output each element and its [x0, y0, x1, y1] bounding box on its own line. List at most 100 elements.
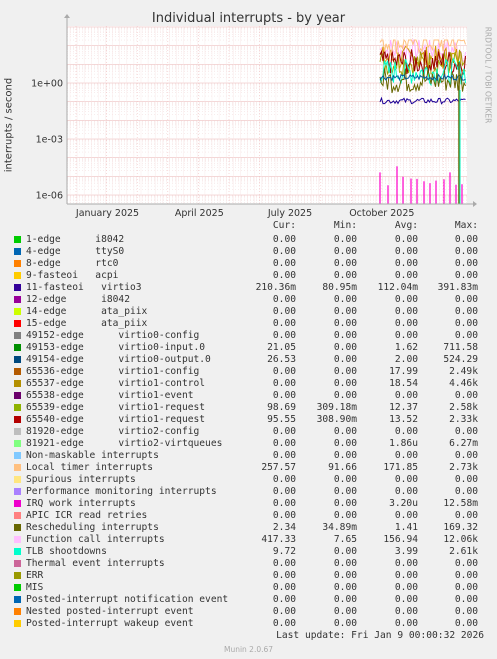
legend-value-avg: 0.00 — [394, 450, 418, 461]
legend-value-cur: 0.00 — [272, 558, 296, 569]
legend-label: ERR — [26, 570, 44, 581]
legend-row: Thermal event interrupts 0.00 0.00 0.00 0.00 — [0, 558, 497, 570]
legend-value-min: 309.18m — [316, 402, 357, 413]
legend-swatch — [14, 392, 21, 399]
legend-label: MIS — [26, 582, 44, 593]
legend-row: 49154-edge virtio0-output.0 26.53 0.00 2.00… — [0, 354, 497, 366]
legend-value-min: 91.66 — [328, 462, 357, 473]
legend-value-min: 0.00 — [333, 270, 357, 281]
legend-value-avg: 0.00 — [394, 570, 418, 581]
legend-value-cur: 0.00 — [272, 330, 296, 341]
legend-value-cur: 257.57 — [261, 462, 296, 473]
legend-value-min: 0.00 — [333, 498, 357, 509]
legend-header: Max: — [454, 220, 478, 231]
legend-swatch — [14, 560, 21, 567]
legend-value-avg: 0.00 — [394, 294, 418, 305]
legend-swatch — [14, 620, 21, 627]
legend-value-min: 0.00 — [333, 618, 357, 629]
legend-value-min: 308.90m — [316, 414, 357, 425]
legend-header: Min: — [333, 220, 357, 231]
legend-value-avg: 0.00 — [394, 582, 418, 593]
legend-value-max: 2.73k — [449, 462, 478, 473]
legend-value-min: 0.00 — [333, 246, 357, 257]
legend-label: 1-edge i8042 — [26, 234, 125, 245]
legend-value-cur: 0.00 — [272, 390, 296, 401]
legend-row: 14-edge ata_piix 0.00 0.00 0.00 0.00 — [0, 306, 497, 318]
legend-value-avg: 0.00 — [394, 390, 418, 401]
legend-swatch — [14, 284, 21, 291]
legend-swatch — [14, 428, 21, 435]
legend-value-cur: 417.33 — [261, 534, 296, 545]
legend-row: Non-maskable interrupts 0.00 0.00 0.00 0.00 — [0, 450, 497, 462]
legend-value-max: 0.00 — [454, 510, 478, 521]
legend-label: 8-edge rtc0 — [26, 258, 119, 269]
legend-value-cur: 0.00 — [272, 426, 296, 437]
legend-swatch — [14, 572, 21, 579]
legend-value-max: 0.00 — [454, 570, 478, 581]
legend-row: TLB shootdowns 9.72 0.00 3.99 2.61k — [0, 546, 497, 558]
legend-row: 1-edge i8042 0.00 0.00 0.00 0.00 — [0, 234, 497, 246]
legend-swatch — [14, 464, 21, 471]
legend-value-avg: 2.00 — [394, 354, 418, 365]
legend-value-cur: 0.00 — [272, 318, 296, 329]
legend-label: 9-fasteoi acpi — [26, 270, 119, 281]
legend-label: 49153-edge virtio0-input.0 — [26, 342, 206, 353]
legend-row: MIS 0.00 0.00 0.00 0.00 — [0, 582, 497, 594]
legend-value-max: 0.00 — [454, 246, 478, 257]
x-tick-label: July 2025 — [267, 208, 312, 219]
legend-row: ERR 0.00 0.00 0.00 0.00 — [0, 570, 497, 582]
legend-swatch — [14, 380, 21, 387]
legend-value-min: 0.00 — [333, 378, 357, 389]
legend-value-avg: 0.00 — [394, 306, 418, 317]
y-tick-label: 1e+00 — [31, 79, 63, 90]
legend-value-max: 0.00 — [454, 582, 478, 593]
legend-swatch — [14, 368, 21, 375]
legend-row: Nested posted-interrupt event 0.00 0.00 0.0… — [0, 606, 497, 618]
legend-swatch — [14, 524, 21, 531]
legend-value-min: 0.00 — [333, 438, 357, 449]
legend-row: Spurious interrupts 0.00 0.00 0.00 0.00 — [0, 474, 497, 486]
legend-value-avg: 1.62 — [394, 342, 418, 353]
legend-swatch — [14, 440, 21, 447]
legend-swatch — [14, 452, 21, 459]
legend-value-min: 0.00 — [333, 570, 357, 581]
legend-value-max: 0.00 — [454, 606, 478, 617]
legend-row: IRQ work interrupts 0.00 0.00 3.20u 12.58m — [0, 498, 497, 510]
legend-value-avg: 0.00 — [394, 318, 418, 329]
legend-value-avg: 0.00 — [394, 474, 418, 485]
legend-row: 65537-edge virtio1-control 0.00 0.00 18.54 4… — [0, 378, 497, 390]
last-update: Last update: Fri Jan 9 00:00:32 2026 — [276, 630, 484, 641]
legend-label: 65539-edge virtio1-request — [26, 402, 206, 413]
legend-row: APIC ICR read retries 0.00 0.00 0.00 0.00 — [0, 510, 497, 522]
legend-row: 8-edge rtc0 0.00 0.00 0.00 0.00 — [0, 258, 497, 270]
legend-value-min: 0.00 — [333, 306, 357, 317]
legend-value-avg: 18.54 — [389, 378, 418, 389]
legend-value-min: 80.95m — [322, 282, 357, 293]
legend-value-avg: 0.00 — [394, 246, 418, 257]
legend-value-cur: 2.34 — [272, 522, 296, 533]
legend-value-max: 2.33k — [449, 414, 478, 425]
legend-value-avg: 0.00 — [394, 606, 418, 617]
legend-value-avg: 156.94 — [383, 534, 418, 545]
legend-label: 65537-edge virtio1-control — [26, 378, 206, 389]
legend-header: Avg: — [394, 220, 418, 231]
legend-row: 15-edge ata_piix 0.00 0.00 0.00 0.00 — [0, 318, 497, 330]
legend-value-max: 169.32 — [443, 522, 478, 533]
legend-value-max: 12.06k — [443, 534, 478, 545]
legend-swatch — [14, 236, 21, 243]
legend-row: 12-edge i8042 0.00 0.00 0.00 0.00 — [0, 294, 497, 306]
legend-value-max: 0.00 — [454, 294, 478, 305]
legend-value-cur: 0.00 — [272, 498, 296, 509]
legend-row: Posted-interrupt notification event 0.00 0… — [0, 594, 497, 606]
legend-swatch — [14, 296, 21, 303]
legend-value-max: 0.00 — [454, 450, 478, 461]
legend-label: Local timer interrupts — [26, 462, 154, 473]
legend-value-cur: 0.00 — [272, 378, 296, 389]
legend-label: APIC ICR read retries — [26, 510, 148, 521]
legend-value-cur: 0.00 — [272, 510, 296, 521]
legend-value-avg: 0.00 — [394, 486, 418, 497]
legend-swatch — [14, 608, 21, 615]
legend-value-min: 0.00 — [333, 474, 357, 485]
legend-row: 65538-edge virtio1-event 0.00 0.00 0.00 0.00 — [0, 390, 497, 402]
legend-row: 65536-edge virtio1-config 0.00 0.00 17.99 2.… — [0, 366, 497, 378]
